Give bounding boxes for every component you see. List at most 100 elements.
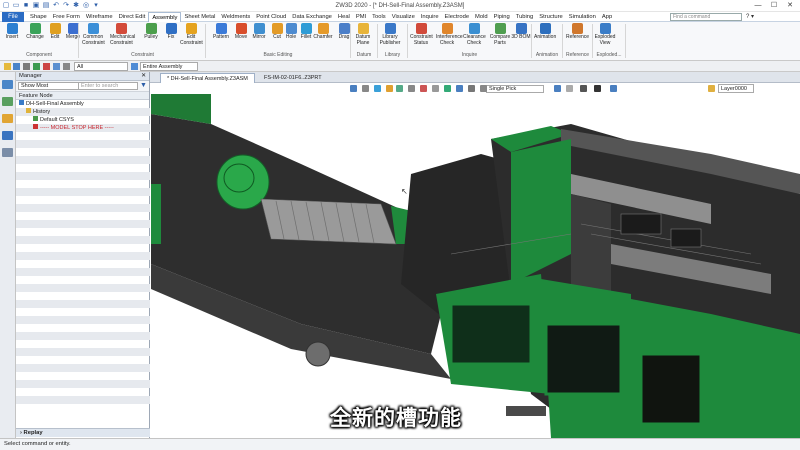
- history-panel-icon[interactable]: [2, 97, 13, 106]
- ribbon-group-label: Datum: [356, 52, 372, 58]
- 3d-viewport[interactable]: ↖: [151, 94, 800, 438]
- pulley-button[interactable]: Pulley: [140, 23, 162, 41]
- funnel-icon[interactable]: ▼: [140, 82, 147, 89]
- clearance-check-button[interactable]: Clearance Check: [463, 23, 486, 46]
- library-publisher-button[interactable]: Library Publisher: [379, 23, 401, 46]
- grid-icon[interactable]: [566, 85, 573, 92]
- color-picker-icon[interactable]: [610, 85, 617, 92]
- library-publisher-icon: [384, 23, 396, 34]
- feature-node-header: Feature Node: [16, 92, 149, 100]
- manager-panel-icon[interactable]: [2, 80, 13, 89]
- layer-panel-icon[interactable]: [2, 114, 13, 123]
- datum-plane-button[interactable]: Datum Plane: [352, 23, 374, 46]
- face-filter-icon[interactable]: [53, 63, 60, 70]
- reference-button[interactable]: Reference: [566, 23, 589, 41]
- ribbon-button-label: Datum Plane: [355, 34, 371, 46]
- view-icon[interactable]: [350, 85, 357, 92]
- tree-node[interactable]: History: [26, 108, 50, 116]
- fix-icon: [165, 23, 177, 34]
- animation-button[interactable]: Animation: [534, 23, 556, 41]
- tree-node-label: DH-Sell-Final Assembly: [26, 101, 84, 107]
- light-icon[interactable]: [432, 85, 439, 92]
- tree-row-stripe: [16, 300, 150, 308]
- replay-panel[interactable]: › Replay: [16, 428, 150, 437]
- constraint-status-button[interactable]: Constraint Status: [410, 23, 433, 46]
- insert-button[interactable]: Insert: [2, 23, 22, 41]
- merge-button[interactable]: Merge: [62, 23, 84, 41]
- pick-mode-select[interactable]: Single Pick: [486, 85, 544, 93]
- replay-label: Replay: [23, 430, 43, 436]
- tree-node[interactable]: DH-Sell-Final Assembly: [19, 100, 84, 108]
- layer-select[interactable]: Layer0000: [718, 84, 754, 93]
- maximize-icon[interactable]: ☐: [766, 0, 782, 11]
- ribbon-button-label: Interference Check: [436, 34, 463, 46]
- manager-search-input[interactable]: Enter to search: [78, 82, 138, 90]
- tree-row-stripe: [16, 332, 150, 340]
- edit-constraint-icon: [185, 23, 197, 34]
- chamfer-button[interactable]: Chamfer: [312, 23, 334, 41]
- tree-node[interactable]: ----- MODEL STOP HERE -----: [33, 124, 114, 132]
- ribbon-button-label: Edit Constraint: [180, 34, 203, 46]
- compare-parts-button[interactable]: Compare Parts: [489, 23, 511, 46]
- constraint-status-icon: [415, 23, 427, 34]
- assembly-icon: [19, 100, 24, 105]
- command-search-input[interactable]: Find a command: [670, 13, 742, 21]
- exploded-view-button[interactable]: Exploded View: [594, 23, 616, 46]
- ribbon-button-label: Mechanical Constraint: [110, 34, 136, 46]
- mirror-icon: [253, 23, 265, 34]
- document-tab[interactable]: FS-IM-02-01F6..Z3PRT: [258, 73, 328, 83]
- rotate-icon[interactable]: [386, 85, 393, 92]
- help-icon[interactable]: ? ▾: [746, 12, 754, 22]
- pick-icon[interactable]: [13, 63, 20, 70]
- component-filter-icon[interactable]: [33, 63, 40, 70]
- ribbon-separator: [625, 24, 626, 58]
- menu-bar: File Shape Free Form Wireframe Direct Edit A…: [0, 12, 800, 23]
- change-button[interactable]: Change: [24, 23, 46, 41]
- sketch-filter-icon[interactable]: [43, 63, 50, 70]
- filter-icon[interactable]: [480, 85, 487, 92]
- document-tab[interactable]: * DH-Sell-Final Assembly.Z3ASM: [160, 73, 255, 83]
- interference-check-button[interactable]: Interference Check: [436, 23, 463, 46]
- pattern-button[interactable]: Pattern: [210, 23, 232, 41]
- section-icon[interactable]: [420, 85, 427, 92]
- scope-select[interactable]: Entire Assembly: [140, 62, 198, 71]
- hide-icon[interactable]: [468, 85, 475, 92]
- select-icon[interactable]: [4, 63, 11, 70]
- pan-icon[interactable]: [374, 85, 381, 92]
- color-icon[interactable]: [444, 85, 451, 92]
- wire-icon[interactable]: [408, 85, 415, 92]
- 3d-bom-button[interactable]: 3D BOM: [510, 23, 532, 41]
- filter-icon[interactable]: [23, 63, 30, 70]
- ribbon-button-label: Library Publisher: [379, 34, 401, 46]
- move-icon: [235, 23, 247, 34]
- view-panel-icon[interactable]: [2, 131, 13, 140]
- shade-icon[interactable]: [396, 85, 403, 92]
- edge-filter-icon[interactable]: [63, 63, 70, 70]
- 3d-bom-icon: [515, 23, 527, 34]
- edit-constraint-button[interactable]: Edit Constraint: [180, 23, 203, 46]
- layer-icon[interactable]: [708, 85, 715, 92]
- line-weight-icon[interactable]: [594, 85, 601, 92]
- close-panel-icon[interactable]: ✕: [141, 72, 146, 81]
- window-mid: [544, 322, 623, 396]
- resource-panel-icon[interactable]: [2, 148, 13, 157]
- common-constraint-button[interactable]: Common Constraint: [82, 23, 105, 46]
- fix-button[interactable]: Fix: [160, 23, 182, 41]
- tree-row-stripe: [16, 284, 150, 292]
- tree-node[interactable]: Default CSYS: [33, 116, 74, 124]
- mechanical-constraint-icon: [115, 23, 127, 34]
- display-icon[interactable]: [456, 85, 463, 92]
- history-folder-icon: [26, 108, 31, 113]
- clearance-check-icon: [468, 23, 480, 34]
- line-style-icon[interactable]: [580, 85, 587, 92]
- file-menu-button[interactable]: File: [2, 12, 24, 22]
- mechanical-constraint-button[interactable]: Mechanical Constraint: [110, 23, 136, 46]
- minimize-icon[interactable]: —: [750, 0, 766, 11]
- snap-icon[interactable]: [554, 85, 561, 92]
- filter-select[interactable]: All: [74, 62, 128, 71]
- ribbon-button-label: Clearance Check: [463, 34, 486, 46]
- close-icon[interactable]: ✕: [782, 0, 798, 11]
- cursor-icon: ↖: [401, 187, 408, 196]
- ribbon-button-label: Constraint Status: [410, 34, 433, 46]
- zoom-icon[interactable]: [362, 85, 369, 92]
